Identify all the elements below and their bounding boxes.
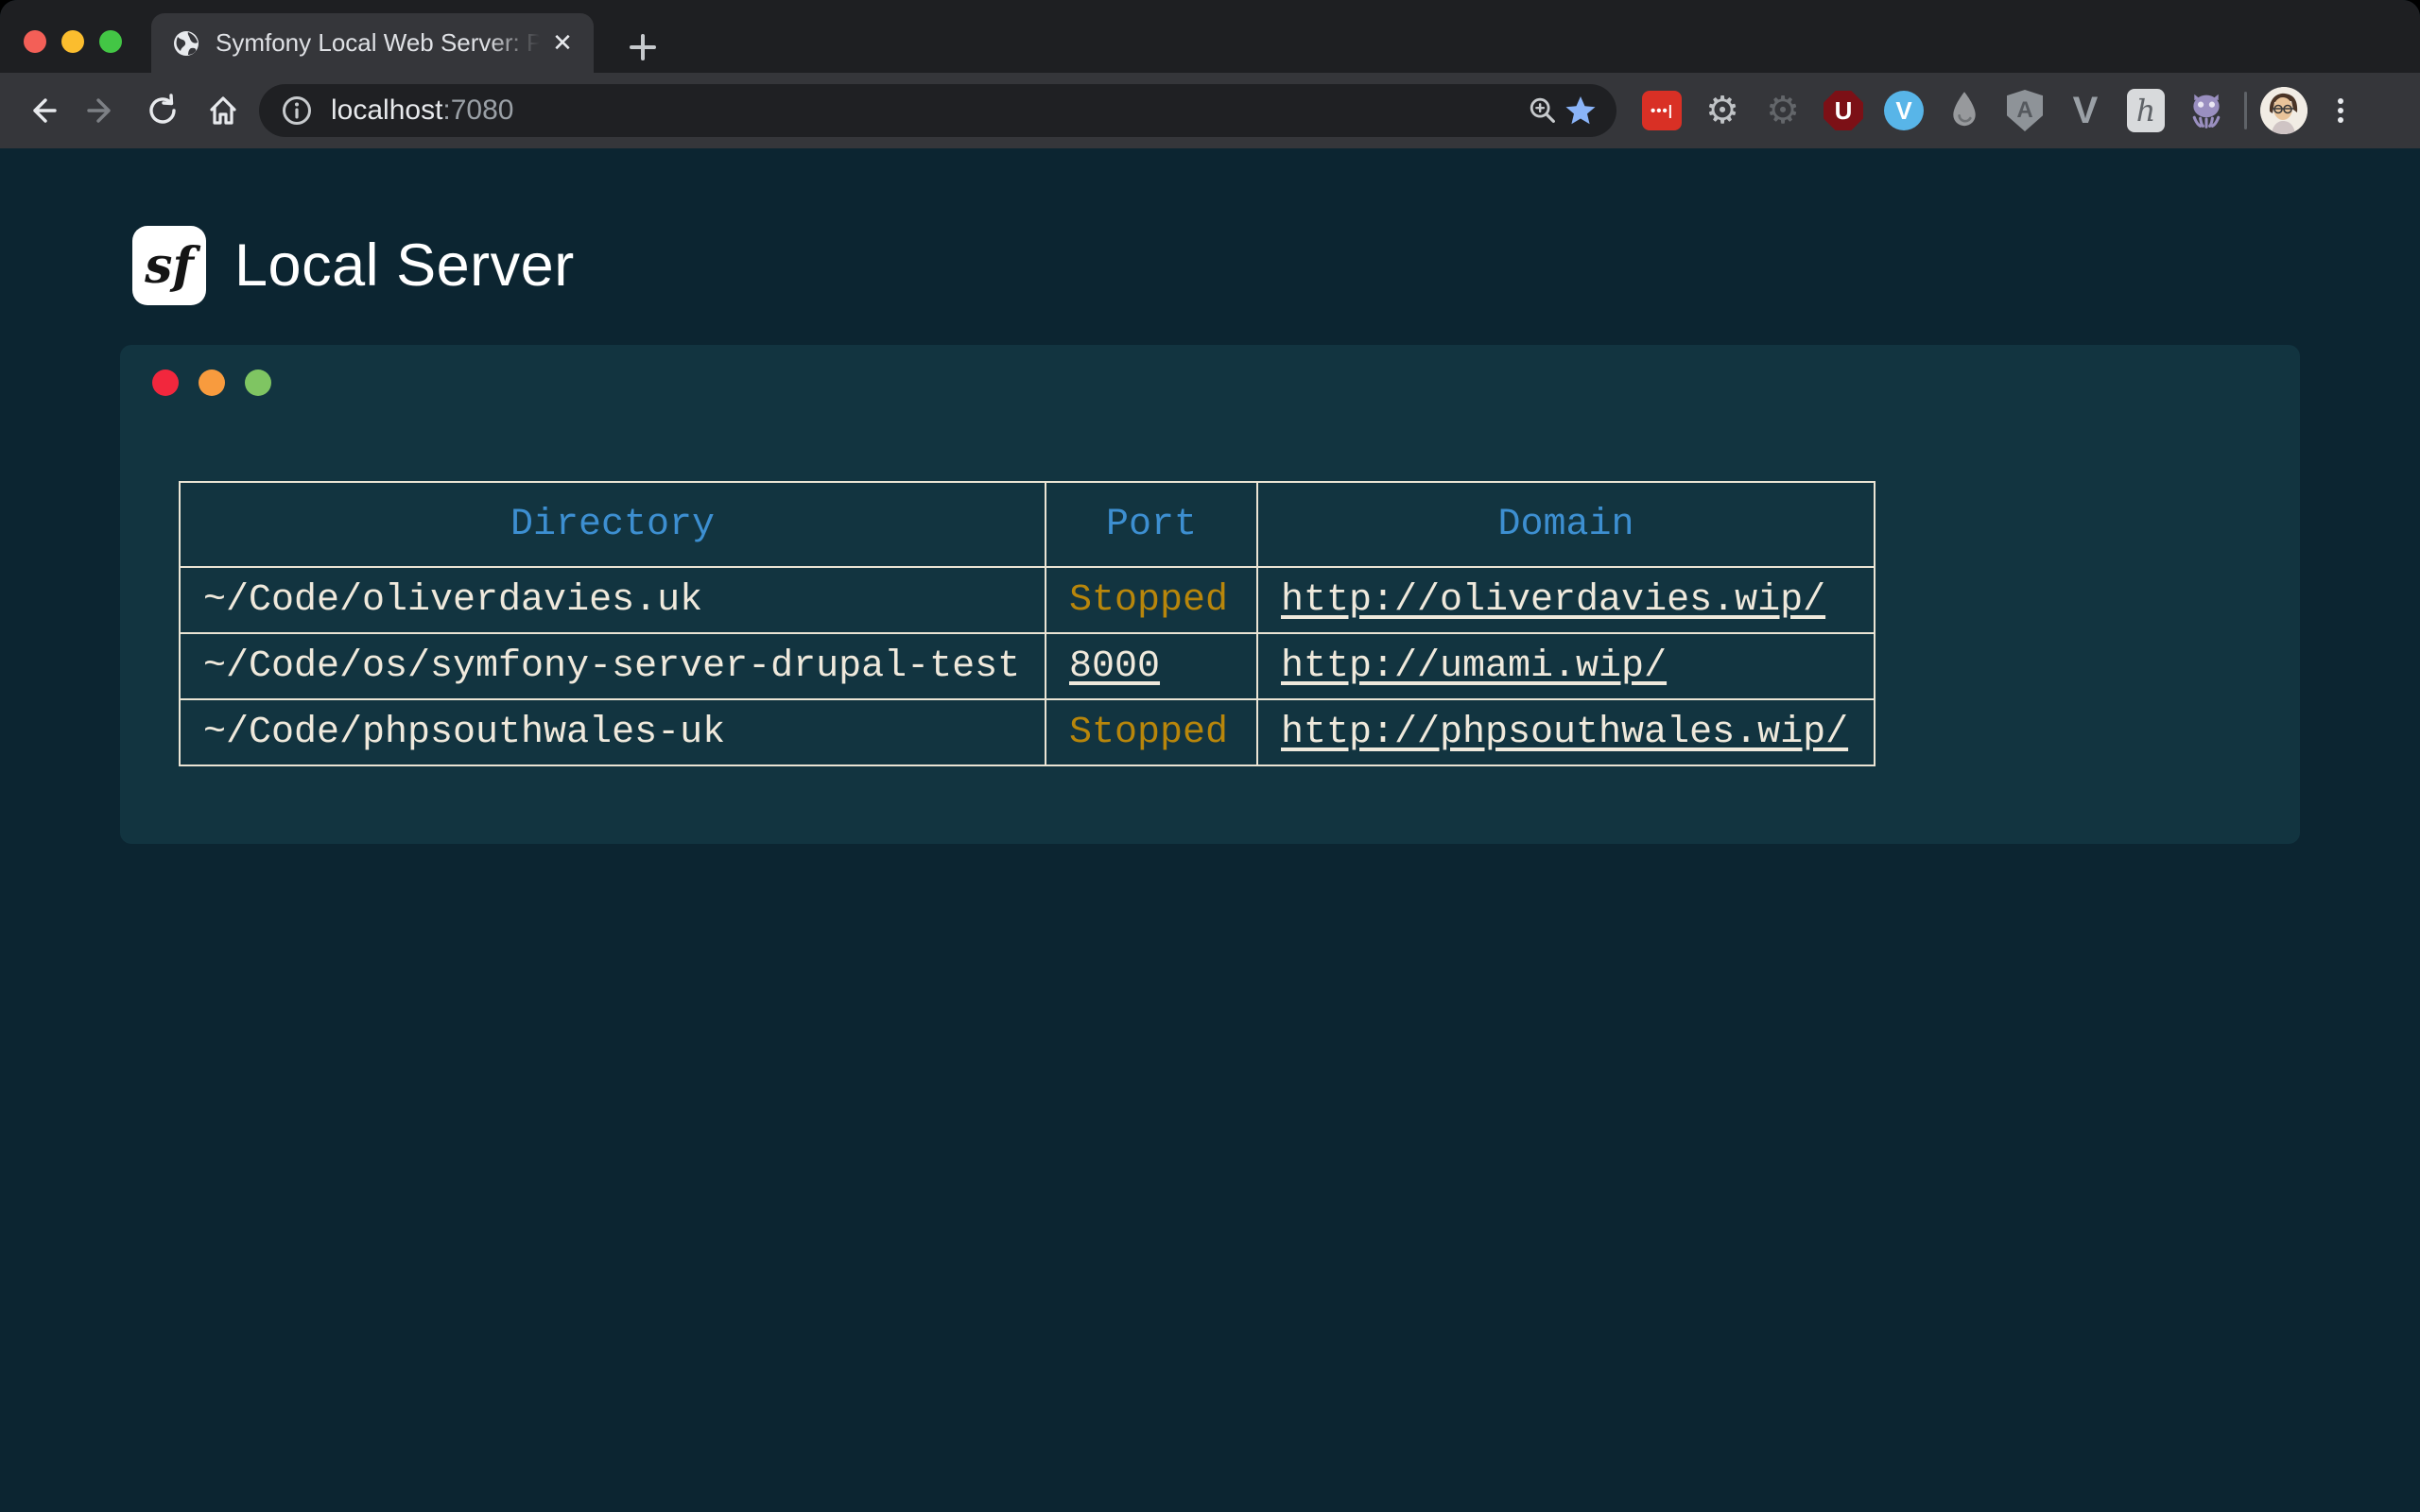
table-header-row: Directory Port Domain: [180, 482, 1875, 567]
toolbar-divider: [2244, 92, 2247, 129]
page-title: Local Server: [234, 232, 575, 300]
tab-strip: Symfony Local Web Server: Prox ✕: [0, 0, 2420, 73]
panel-window-dots: [152, 369, 271, 396]
directory-cell: ~/Code/oliverdavies.uk: [180, 567, 1046, 633]
browser-window: Symfony Local Web Server: Prox ✕: [0, 0, 2420, 1512]
forward-button[interactable]: [72, 80, 132, 141]
orange-dot-icon: [199, 369, 225, 396]
page-content: sf Local Server Directory Port Domain: [0, 148, 2420, 1512]
kebab-menu-icon[interactable]: [2315, 85, 2366, 136]
gear-icon[interactable]: ⚙: [1692, 80, 1753, 141]
h-letter-icon[interactable]: h: [2116, 80, 2176, 141]
drupal-droplet-icon[interactable]: [1934, 80, 1995, 141]
window-close-button[interactable]: [24, 30, 46, 53]
tab-title: Symfony Local Web Server: Prox: [216, 28, 546, 58]
window-zoom-button[interactable]: [99, 30, 122, 53]
domain-cell: http://oliverdavies.wip/: [1257, 567, 1875, 633]
lastpass-icon[interactable]: •••|: [1632, 80, 1692, 141]
port-cell: 8000: [1046, 633, 1257, 699]
address-bar[interactable]: localhost :7080: [259, 84, 1616, 137]
red-dot-icon: [152, 369, 179, 396]
domain-link[interactable]: http://phpsouthwales.wip/: [1281, 712, 1848, 754]
extensions-row: •••| ⚙ ⚙ U V A V h: [1632, 80, 2237, 141]
table-row: ~/Code/oliverdavies.uk Stopped http://ol…: [180, 567, 1875, 633]
url-host: localhost: [331, 94, 442, 127]
tab-close-icon[interactable]: ✕: [546, 27, 579, 60]
user-avatar[interactable]: [2260, 87, 2308, 134]
directory-cell: ~/Code/phpsouthwales-uk: [180, 699, 1046, 765]
reload-button[interactable]: [132, 80, 193, 141]
table-row: ~/Code/os/symfony-server-drupal-test 800…: [180, 633, 1875, 699]
new-tab-button[interactable]: [622, 26, 664, 68]
table-row: ~/Code/phpsouthwales-uk Stopped http://p…: [180, 699, 1875, 765]
info-icon[interactable]: [278, 92, 316, 129]
bookmark-star-icon[interactable]: [1562, 92, 1599, 129]
port-cell: Stopped: [1046, 567, 1257, 633]
domain-cell: http://phpsouthwales.wip/: [1257, 699, 1875, 765]
gear-dim-icon[interactable]: ⚙: [1753, 80, 1813, 141]
url-port: :7080: [442, 94, 513, 127]
server-panel: Directory Port Domain ~/Code/oliverdavie…: [120, 345, 2300, 844]
column-header-domain: Domain: [1257, 482, 1875, 567]
domain-link[interactable]: http://umami.wip/: [1281, 645, 1667, 688]
shield-a-icon[interactable]: A: [1995, 80, 2055, 141]
status-badge: Stopped: [1069, 712, 1228, 754]
globe-icon: [172, 29, 200, 58]
column-header-port: Port: [1046, 482, 1257, 567]
brand-header: sf Local Server: [132, 226, 575, 305]
zoom-magnifier-plus-icon[interactable]: [1524, 92, 1562, 129]
directory-cell: ~/Code/os/symfony-server-drupal-test: [180, 633, 1046, 699]
back-button[interactable]: [11, 80, 72, 141]
home-button[interactable]: [193, 80, 253, 141]
port-link[interactable]: 8000: [1069, 645, 1160, 688]
green-dot-icon: [245, 369, 271, 396]
browser-tab[interactable]: Symfony Local Web Server: Prox ✕: [151, 13, 594, 73]
browser-toolbar: localhost :7080 •••| ⚙ ⚙: [0, 73, 2420, 148]
status-badge: Stopped: [1069, 579, 1228, 622]
window-controls: [24, 30, 122, 53]
servers-table: Directory Port Domain ~/Code/oliverdavie…: [179, 481, 1876, 766]
window-minimize-button[interactable]: [61, 30, 84, 53]
ublock-origin-icon[interactable]: U: [1813, 80, 1874, 141]
github-octocat-icon[interactable]: [2176, 80, 2237, 141]
v-letter-icon[interactable]: V: [2055, 80, 2116, 141]
column-header-directory: Directory: [180, 482, 1046, 567]
vimeo-icon[interactable]: V: [1874, 80, 1934, 141]
port-cell: Stopped: [1046, 699, 1257, 765]
domain-link[interactable]: http://oliverdavies.wip/: [1281, 579, 1825, 622]
symfony-logo: sf: [132, 226, 206, 305]
domain-cell: http://umami.wip/: [1257, 633, 1875, 699]
